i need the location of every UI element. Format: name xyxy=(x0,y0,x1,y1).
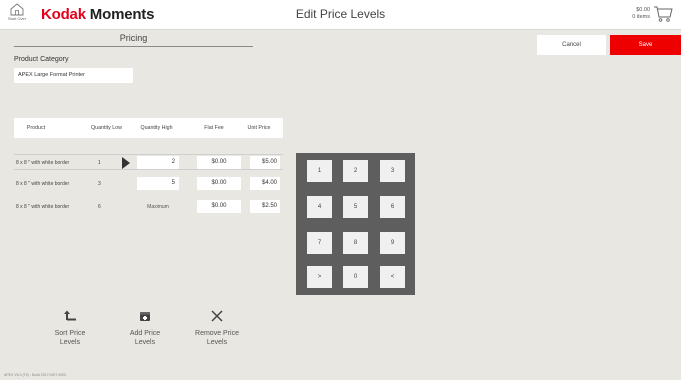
add-box-icon xyxy=(115,308,175,324)
cancel-button[interactable]: Cancel xyxy=(537,35,606,55)
start-over-label: Start Over xyxy=(7,16,27,21)
price-table-header: Product Quantity Low Quantity High Flat … xyxy=(14,118,283,138)
sort-icon xyxy=(40,308,100,324)
key-0[interactable]: 0 xyxy=(343,266,368,288)
key-6[interactable]: 6 xyxy=(380,196,405,218)
key-2[interactable]: 2 xyxy=(343,160,368,182)
row-quantity-high-text: Maximum xyxy=(147,204,169,210)
key-backspace[interactable]: < xyxy=(380,266,405,288)
brand-kodak: Kodak xyxy=(41,6,86,23)
cart-button[interactable]: $0.00 0 items xyxy=(632,5,673,23)
product-category-label: Product Category xyxy=(14,56,69,63)
column-flat-fee: Flat Fee xyxy=(204,125,224,131)
brand-logo: Kodak Moments xyxy=(41,6,154,23)
key-9[interactable]: 9 xyxy=(380,232,405,254)
brand-moments: Moments xyxy=(85,6,155,23)
row-flat-fee-input[interactable]: $0.00 xyxy=(197,200,241,213)
table-row[interactable]: 8 x 8 " with white border 3 5 $0.00 $4.0… xyxy=(14,176,283,192)
sort-label-line2: Levels xyxy=(59,339,81,346)
cart-icon xyxy=(654,6,673,22)
start-over-button[interactable]: Start Over xyxy=(6,3,28,21)
sort-label-line1: Sort Price xyxy=(54,330,86,337)
key-1[interactable]: 1 xyxy=(307,160,332,182)
row-product: 8 x 8 " with white border xyxy=(16,160,70,166)
key-3[interactable]: 3 xyxy=(380,160,405,182)
key-7[interactable]: 7 xyxy=(307,232,332,254)
product-category-field[interactable]: APEX Large Format Printer xyxy=(14,68,133,83)
row-product: 8 x 8 " with white border xyxy=(16,204,70,210)
row-quantity-low: 1 xyxy=(98,160,101,166)
cart-summary: $0.00 0 items xyxy=(632,7,650,21)
remove-price-levels-button[interactable]: Remove Price Levels xyxy=(187,308,247,347)
row-unit-price-input[interactable]: $5.00 xyxy=(250,156,280,169)
pricing-heading: Pricing xyxy=(14,33,253,47)
column-quantity-low: Quantity Low xyxy=(91,125,122,131)
row-quantity-high-input[interactable]: 2 xyxy=(137,156,179,169)
add-label-line1: Add Price xyxy=(129,330,161,337)
numeric-keypad: 1 2 3 4 5 6 7 8 9 > 0 < xyxy=(296,153,415,295)
remove-label-line2: Levels xyxy=(206,339,228,346)
sort-price-levels-button[interactable]: Sort Price Levels xyxy=(40,308,100,347)
add-label-line2: Levels xyxy=(134,339,156,346)
selected-row-arrow-icon xyxy=(122,157,130,169)
row-flat-fee-input[interactable]: $0.00 xyxy=(197,177,241,190)
add-price-levels-button[interactable]: Add Price Levels xyxy=(115,308,175,347)
cart-total: $0.00 xyxy=(636,7,650,13)
key-4[interactable]: 4 xyxy=(307,196,332,218)
row-flat-fee-input[interactable]: $0.00 xyxy=(197,156,241,169)
row-quantity-high-input[interactable]: 5 xyxy=(137,177,179,190)
table-row[interactable]: 8 x 8 " with white border 1 2 $0.00 $5.0… xyxy=(14,154,283,170)
top-header: Start Over Kodak Moments Edit Price Leve… xyxy=(0,0,681,30)
column-product: Product xyxy=(26,125,46,131)
cart-items: 0 items xyxy=(632,14,650,20)
key-next[interactable]: > xyxy=(307,266,332,288)
save-button[interactable]: Save xyxy=(610,35,681,55)
row-unit-price-input[interactable]: $2.50 xyxy=(250,200,280,213)
key-5[interactable]: 5 xyxy=(343,196,368,218)
close-icon xyxy=(187,308,247,324)
key-8[interactable]: 8 xyxy=(343,232,368,254)
column-quantity-high: Quantity High xyxy=(140,125,173,131)
version-text: APEX V6.0 (T9) - Build 2017.0927.0000 xyxy=(4,373,67,377)
remove-label-line1: Remove Price xyxy=(195,330,239,337)
row-quantity-low: 6 xyxy=(98,204,101,210)
home-icon xyxy=(10,3,24,16)
row-quantity-low: 3 xyxy=(98,181,101,187)
row-unit-price-input[interactable]: $4.00 xyxy=(250,177,280,190)
table-row[interactable]: 8 x 8 " with white border 6 Maximum $0.0… xyxy=(14,199,283,215)
column-unit-price: Unit Price xyxy=(247,125,271,131)
row-product: 8 x 8 " with white border xyxy=(16,181,70,187)
